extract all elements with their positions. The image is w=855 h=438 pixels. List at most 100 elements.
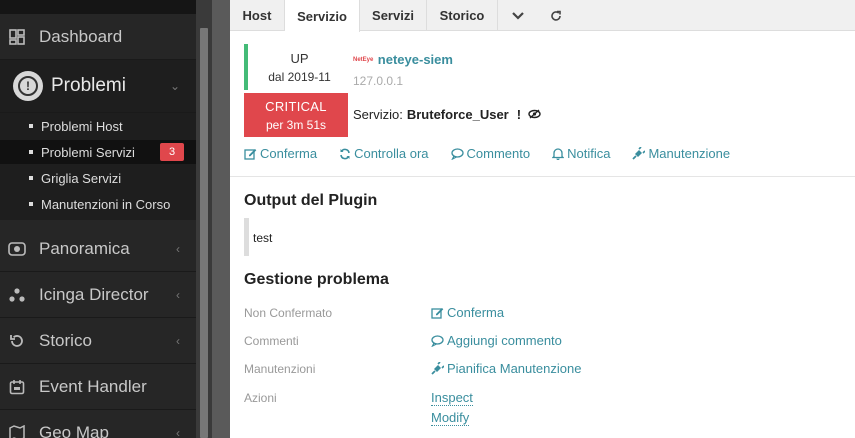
- subnav-item-label: Problemi Host: [41, 118, 123, 134]
- overview-icon: [8, 240, 26, 258]
- service-actions: Conferma Controlla ora Commento Notifica…: [244, 146, 752, 161]
- acknowledge-link[interactable]: Conferma: [431, 305, 504, 320]
- sidebar-item-label: Storico: [39, 330, 92, 350]
- link-label: Aggiungi commento: [447, 333, 562, 348]
- acknowledge-button[interactable]: Conferma: [244, 146, 317, 161]
- edit-icon: [244, 148, 257, 160]
- director-icon: [8, 286, 26, 304]
- eye-slash-icon: [528, 107, 541, 122]
- sidebar-item-label: Icinga Director: [39, 284, 149, 304]
- bullet-icon: [29, 124, 33, 128]
- service-title: Servizio: Bruteforce_User !: [353, 107, 541, 122]
- action-label: Manutenzione: [648, 146, 731, 161]
- service-state-duration: per 3m 51s: [265, 118, 327, 132]
- tab-label: Servizi: [372, 8, 414, 23]
- sidebar-item-dashboard[interactable]: Dashboard: [0, 14, 196, 60]
- problem-label-downtimes: Manutenzioni: [244, 362, 316, 376]
- sidebar-item-label: Dashboard: [39, 26, 123, 46]
- host-address: 127.0.0.1: [353, 74, 404, 88]
- problem-label-ack: Non Confermato: [244, 306, 333, 320]
- subnav-item-label: Manutenzioni in Corso: [41, 196, 171, 212]
- modify-link[interactable]: Modify: [431, 410, 470, 426]
- sidebar-item-problemi[interactable]: ! Problemi ⌄: [0, 60, 196, 113]
- host-name-link[interactable]: neteye-siem: [378, 52, 453, 67]
- sidebar-item-geo-map[interactable]: Geo Map ‹: [0, 410, 196, 438]
- section-divider: [230, 176, 855, 177]
- chevron-left-icon: ‹: [176, 287, 180, 302]
- sidebar-item-panoramica[interactable]: Panoramica ‹: [0, 226, 196, 272]
- notify-button[interactable]: Notifica: [552, 146, 610, 161]
- plugin-output-bar: [244, 218, 249, 256]
- tab-host[interactable]: Host: [230, 0, 285, 31]
- tab-storico[interactable]: Storico: [427, 0, 498, 31]
- sidebar-item-label: Event Handler: [39, 376, 147, 396]
- subnav-item-manutenzioni[interactable]: Manutenzioni in Corso: [0, 192, 196, 216]
- action-label: Conferma: [260, 146, 318, 161]
- service-name: Bruteforce_User: [406, 107, 509, 122]
- bullet-icon: [29, 176, 33, 180]
- downtime-button[interactable]: Manutenzione: [632, 146, 730, 161]
- edit-icon: [431, 307, 444, 319]
- plug-icon: [632, 147, 646, 160]
- bell-icon: [552, 148, 565, 160]
- subnav-item-label: Griglia Servizi: [41, 170, 122, 186]
- comment-button[interactable]: Commento: [450, 146, 531, 161]
- tab-servizi[interactable]: Servizi: [360, 0, 427, 31]
- chevron-down-icon: ⌄: [169, 79, 180, 93]
- bullet-icon: [29, 202, 33, 206]
- sidebar-top: [0, 0, 196, 14]
- check-now-button[interactable]: Controlla ora: [339, 146, 429, 161]
- comment-icon: [431, 334, 444, 347]
- host-state-since: dal 2019-11: [268, 70, 331, 84]
- tab-label: Servizio: [297, 8, 347, 24]
- refresh-icon: [340, 148, 350, 159]
- exclamation-icon: !: [516, 107, 522, 122]
- service-prefix: Servizio:: [353, 107, 403, 122]
- host-state-block: UP dal 2019-11: [244, 44, 351, 90]
- subnav-item-problemi-host[interactable]: Problemi Host: [0, 114, 196, 138]
- host-state: UP: [290, 51, 309, 66]
- chevron-down-icon[interactable]: [504, 0, 532, 31]
- subnav-item-problemi-servizi[interactable]: Problemi Servizi 3: [0, 140, 196, 164]
- service-state-block: CRITICAL per 3m 51s: [244, 93, 348, 137]
- add-comment-link[interactable]: Aggiungi commento: [431, 333, 562, 348]
- sidebar-scrollbar[interactable]: [196, 0, 212, 438]
- subnav-item-label: Problemi Servizi: [41, 144, 135, 160]
- problem-handling-title: Gestione problema: [244, 271, 389, 288]
- event-handler-icon: [8, 378, 26, 396]
- link-label: Conferma: [447, 305, 505, 320]
- chevron-left-icon: ‹: [176, 425, 180, 438]
- action-label: Controlla ora: [354, 146, 429, 161]
- sidebar-item-event-handler[interactable]: Event Handler: [0, 364, 196, 410]
- sidebar-item-director[interactable]: Icinga Director ‹: [0, 272, 196, 318]
- action-label: Commento: [466, 146, 531, 161]
- sidebar-item-storico[interactable]: Storico ‹: [0, 318, 196, 364]
- link-label: Pianifica Manutenzione: [447, 361, 582, 376]
- tab-label: Host: [242, 8, 272, 23]
- service-state: CRITICAL: [265, 99, 327, 114]
- inspect-link[interactable]: Inspect: [431, 390, 473, 406]
- subnav-item-griglia-servizi[interactable]: Griglia Servizi: [0, 166, 196, 190]
- history-icon: [8, 332, 26, 350]
- main-panel: Host Servizio Servizi Storico UP dal 201…: [230, 0, 855, 438]
- tab-label: Storico: [439, 8, 485, 23]
- sidebar-subnav: Problemi Host Problemi Servizi 3 Griglia…: [0, 113, 196, 220]
- comment-icon: [450, 147, 464, 160]
- scrollbar-thumb[interactable]: [200, 28, 208, 438]
- problem-label-comments: Commenti: [244, 334, 299, 348]
- sidebar-item-label: Panoramica: [39, 238, 130, 258]
- refresh-icon[interactable]: [542, 0, 570, 31]
- chevron-left-icon: ‹: [176, 241, 180, 256]
- tab-servizio[interactable]: Servizio: [285, 0, 360, 32]
- plugin-output-title: Output del Plugin: [244, 192, 378, 209]
- schedule-downtime-link[interactable]: Pianifica Manutenzione: [431, 361, 581, 376]
- sidebar-item-label: Problemi: [51, 75, 126, 96]
- dashboard-icon: [8, 28, 26, 46]
- neteye-logo: NetEye: [353, 56, 374, 63]
- bullet-icon: [29, 150, 33, 154]
- problems-icon: !: [13, 71, 43, 101]
- map-icon: [8, 424, 26, 438]
- problem-count-badge: 3: [160, 143, 184, 161]
- host-info: NetEye neteye-siem 127.0.0.1: [353, 51, 453, 88]
- problem-label-actions: Azioni: [244, 391, 277, 405]
